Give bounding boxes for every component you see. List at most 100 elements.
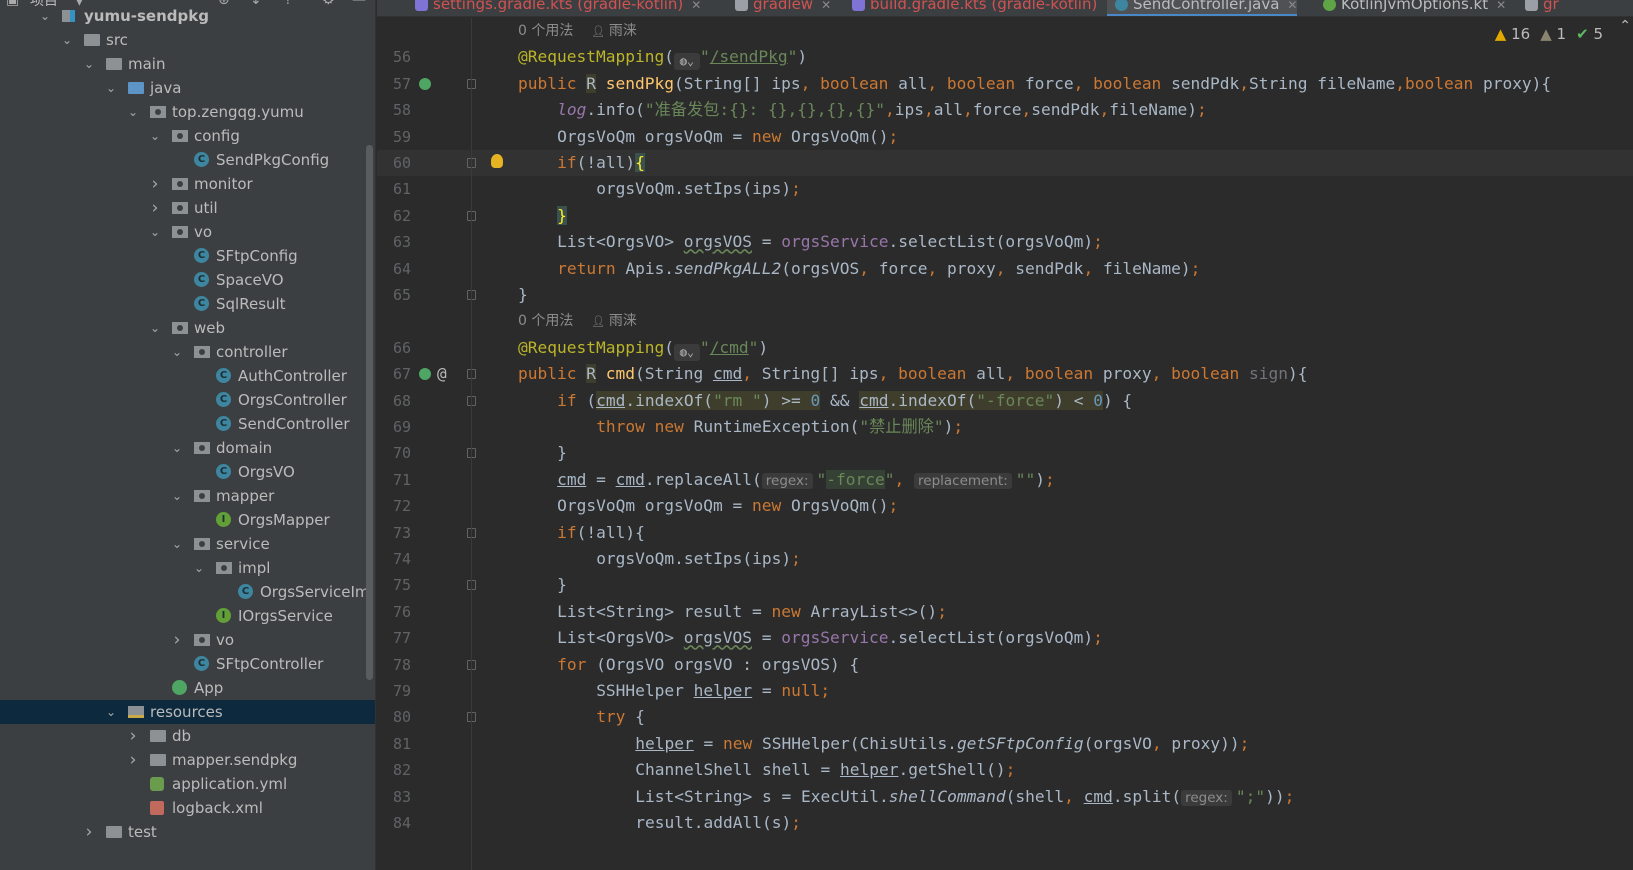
project-scrollbar[interactable] — [366, 145, 373, 680]
chevron-down-icon[interactable]: ⌄ — [60, 28, 74, 52]
close-icon[interactable]: ✕ — [1496, 0, 1506, 12]
chevron-down-icon[interactable]: ⌄ — [170, 340, 184, 364]
line-number[interactable]: 69 — [377, 414, 411, 440]
line-number[interactable]: 56 — [377, 44, 411, 70]
typos-count[interactable]: ✔ 5 — [1576, 25, 1603, 43]
close-icon[interactable]: ✕ — [1287, 0, 1297, 12]
tree-item[interactable]: ⌄ web — [0, 316, 375, 340]
web-endpoint-icon[interactable] — [417, 366, 433, 383]
chevron-right-icon[interactable]: › — [126, 724, 140, 748]
weak-warnings-count[interactable]: ▲ 1 — [1540, 25, 1566, 43]
globe-icon[interactable]: ◍⌄ — [673, 53, 700, 71]
chevron-down-icon[interactable]: ⌄ — [170, 436, 184, 460]
line-number[interactable]: 68 — [377, 388, 411, 414]
tree-item[interactable]: ⌄ controller — [0, 340, 375, 364]
line-number[interactable]: 71 — [377, 467, 411, 493]
tree-item[interactable]: ⌄ impl — [0, 556, 375, 580]
line-number[interactable]: 61 — [377, 176, 411, 202]
warnings-count[interactable]: ▲ 16 — [1495, 25, 1530, 43]
tree-item[interactable]: I IOrgsService — [0, 604, 375, 628]
line-number[interactable]: 64 — [377, 256, 411, 282]
line-number[interactable]: 57 — [377, 71, 411, 97]
usages-hint[interactable]: 0 个用法 👤︎ 雨涞 — [518, 308, 637, 335]
line-number[interactable]: 84 — [377, 810, 411, 836]
usages-count[interactable]: 0 个用法 — [518, 313, 573, 329]
chevron-down-icon[interactable]: ⌄ — [82, 52, 96, 76]
tree-item[interactable]: App — [0, 676, 375, 700]
tree-item[interactable]: ⌄ yumu-sendpkg — [0, 4, 375, 28]
chevron-right-icon[interactable]: › — [82, 820, 96, 844]
chevron-down-icon[interactable]: ⌄ — [170, 484, 184, 508]
tree-item[interactable]: C SqlResult — [0, 292, 375, 316]
line-number[interactable]: 80 — [377, 704, 411, 730]
tree-item[interactable]: ⌄ vo — [0, 220, 375, 244]
tree-item[interactable]: C SendController — [0, 412, 375, 436]
tree-item[interactable]: C AuthController — [0, 364, 375, 388]
line-number[interactable]: 74 — [377, 546, 411, 572]
tree-item[interactable]: ⌄ domain — [0, 436, 375, 460]
usages-hint[interactable]: 0 个用法 👤︎ 雨涞 — [518, 18, 637, 45]
tree-item[interactable]: › util — [0, 196, 375, 220]
chevron-right-icon[interactable]: › — [148, 196, 162, 220]
tree-item[interactable]: C OrgsVO — [0, 460, 375, 484]
tree-item[interactable]: application.yml — [0, 772, 375, 796]
line-number[interactable]: 78 — [377, 652, 411, 678]
close-icon[interactable]: ✕ — [691, 0, 701, 12]
tree-item[interactable]: ⌄ resources — [0, 700, 375, 724]
line-number[interactable]: 62 — [377, 203, 411, 229]
line-number[interactable]: 77 — [377, 625, 411, 651]
tree-item[interactable]: I OrgsMapper — [0, 508, 375, 532]
chevron-right-icon[interactable]: › — [148, 172, 162, 196]
chevron-down-icon[interactable]: ⌄ — [148, 124, 162, 148]
tree-item[interactable]: C SendPkgConfig — [0, 148, 375, 172]
author-hint[interactable]: 👤︎ 雨涞 — [591, 23, 636, 39]
tree-item[interactable]: › mapper.sendpkg — [0, 748, 375, 772]
tree-item[interactable]: › vo — [0, 628, 375, 652]
line-number[interactable]: 79 — [377, 678, 411, 704]
tree-item[interactable]: ⌄ service — [0, 532, 375, 556]
line-number[interactable]: 66 — [377, 335, 411, 361]
tab-gradlew[interactable]: gradlew ✕ — [727, 0, 831, 16]
chevron-down-icon[interactable]: ⌄ — [38, 4, 52, 28]
tree-item[interactable]: C SFtpController — [0, 652, 375, 676]
tree-item[interactable]: ⌄ config — [0, 124, 375, 148]
chevron-down-icon[interactable]: ⌄ — [192, 556, 206, 580]
tree-item[interactable]: › db — [0, 724, 375, 748]
tree-item[interactable]: C OrgsServiceIm| — [0, 580, 375, 604]
chevron-right-icon[interactable]: › — [126, 748, 140, 772]
tab-gr[interactable]: gr — [1517, 0, 1559, 16]
tree-item[interactable]: logback.xml — [0, 796, 375, 820]
line-number[interactable]: 60 — [377, 150, 411, 176]
tree-item[interactable]: ⌄ java — [0, 76, 375, 100]
tree-item[interactable]: C OrgsController — [0, 388, 375, 412]
tab-settings-gradle-kts[interactable]: settings.gradle.kts (gradle-kotlin) ✕ — [407, 0, 701, 16]
inspection-widget[interactable]: ▲ 16 ▲ 1 ✔ 5 — [1495, 25, 1603, 43]
line-number[interactable]: 72 — [377, 493, 411, 519]
tab-sendcontroller-java[interactable]: SendController.java ✕ — [1107, 0, 1298, 16]
tree-item[interactable]: › test — [0, 820, 375, 844]
web-endpoint-icon[interactable] — [417, 75, 433, 92]
chevron-down-icon[interactable]: ⌄ — [170, 532, 184, 556]
chevron-down-icon[interactable]: ⌄ — [148, 316, 162, 340]
lightbulb-icon[interactable] — [491, 154, 503, 168]
line-number[interactable]: 73 — [377, 520, 411, 546]
chevron-down-icon[interactable]: ⌄ — [148, 220, 162, 244]
tree-item[interactable]: ⌄ top.zengqg.yumu — [0, 100, 375, 124]
line-number[interactable]: 75 — [377, 572, 411, 598]
line-number[interactable]: 65 — [377, 282, 411, 308]
author-hint[interactable]: 👤︎ 雨涞 — [591, 313, 636, 329]
tab-kotlinjvmoptions-kt[interactable]: KotlinJvmOptions.kt ✕ — [1315, 0, 1506, 16]
tree-item[interactable]: ⌄ main — [0, 52, 375, 76]
tree-item[interactable]: C SFtpConfig — [0, 244, 375, 268]
close-icon[interactable]: ✕ — [821, 0, 831, 12]
tree-item[interactable]: ⌄ src — [0, 28, 375, 52]
chevron-down-icon[interactable]: ⌄ — [126, 100, 140, 124]
globe-icon[interactable]: ◍⌄ — [673, 343, 700, 361]
chevron-right-icon[interactable]: › — [170, 628, 184, 652]
line-number[interactable]: 82 — [377, 757, 411, 783]
line-number[interactable]: 63 — [377, 229, 411, 255]
usages-count[interactable]: 0 个用法 — [518, 23, 573, 39]
tree-item[interactable]: C SpaceVO — [0, 268, 375, 292]
line-number[interactable]: 59 — [377, 124, 411, 150]
line-number[interactable]: 76 — [377, 599, 411, 625]
